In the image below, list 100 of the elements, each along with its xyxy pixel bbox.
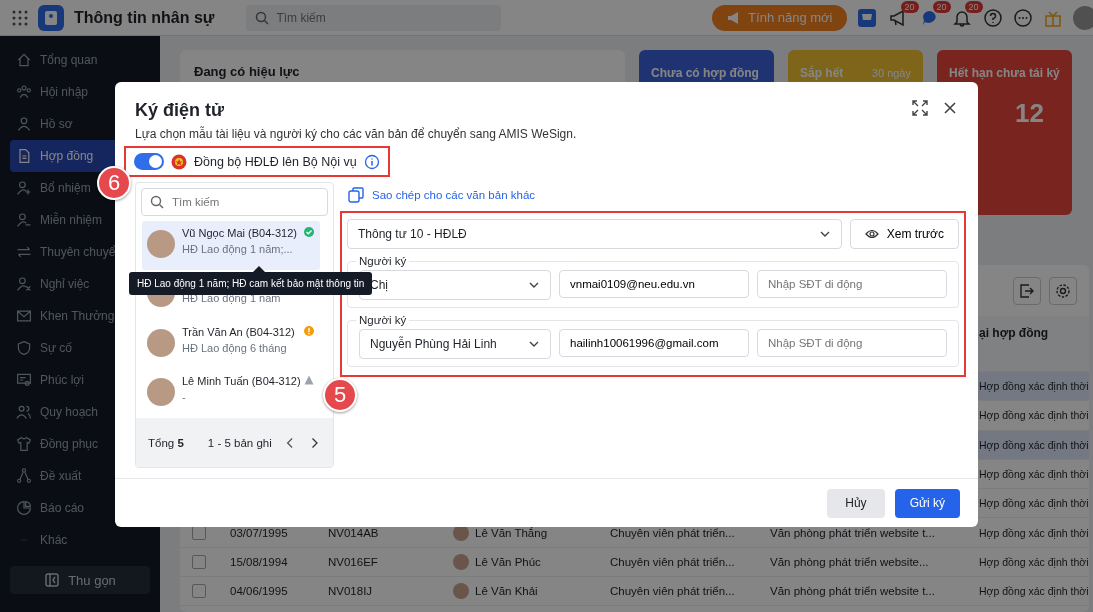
phone-field[interactable]: Nhập SĐT di động — [757, 329, 947, 357]
table-cell: Lê Văn Thắng — [475, 526, 548, 539]
sidebar-item[interactable]: Khác — [10, 524, 150, 556]
card-title: Đang có hiệu lực — [194, 64, 301, 79]
dialog-subtitle: Lựa chọn mẫu tài liệu và người ký cho các văn bản để chuyển sang AMIS WeSign. — [134, 125, 578, 141]
email-field[interactable]: hailinh10061996@gmail.com — [559, 329, 749, 357]
swap-arrows-icon — [16, 244, 32, 260]
triangle-icon — [304, 374, 314, 385]
record-range: 1 - 5 bản ghi — [207, 436, 272, 449]
table-cell-text: 03/07/1995 — [230, 526, 289, 539]
table-cell: Hợp đồng xác định thời — [979, 497, 1089, 510]
expand-icon[interactable] — [912, 100, 928, 116]
document-icon — [16, 148, 32, 164]
check-icon — [304, 227, 314, 237]
app-grid-icon[interactable] — [12, 9, 28, 26]
logo-icon — [38, 4, 64, 31]
table-cell-text: Chuyên viên phát triển... — [610, 585, 736, 598]
avatar — [453, 553, 469, 570]
employee-name: Lê Minh Tuấn (B04-312) — [182, 374, 301, 387]
more-icon[interactable] — [1012, 7, 1033, 28]
info-icon[interactable] — [363, 153, 380, 170]
export-icon — [1018, 282, 1035, 299]
table-cell: Hợp đồng xác định thời — [979, 409, 1089, 422]
table-cell: Hợp đồng xác định thời — [979, 526, 1089, 539]
table-row[interactable]: 15/08/1994 NV016EF Lê Văn Phúc Chuyên viên phát triển... Văn phòng phát triển website... Hợp đồng xác định thời — [180, 547, 1089, 578]
person-x-icon — [16, 276, 32, 292]
phone-field[interactable]: Nhập SĐT di động — [757, 270, 947, 298]
sidebar-item[interactable]: Tổng quan — [10, 44, 150, 76]
table-cell: Hợp đồng xác định thời — [979, 468, 1089, 481]
notification-badge: 20 — [964, 0, 983, 13]
dialog-title: Ký điện tử — [135, 100, 226, 121]
tile-count: 12 — [1015, 98, 1044, 129]
person-remove-icon — [16, 212, 32, 228]
template-select[interactable]: Thông tư 10 - HĐLĐ — [347, 219, 842, 249]
table-row[interactable]: 04/06/1995 NV018IJ Lê Văn Khải Chuyên viên phát triển... Văn phòng phát triển website t... Hợp đồng xác định thời — [180, 577, 1089, 607]
copy-link[interactable]: Sao chép cho các văn bản khác — [348, 185, 536, 205]
total-label: Tổng 5 — [148, 436, 184, 449]
tile-title: Chưa có hợp đồng — [651, 66, 759, 80]
settings-icon — [1054, 282, 1071, 299]
close-icon[interactable] — [942, 100, 958, 116]
signer-label: Người ký — [358, 314, 408, 326]
column-header: ại hợp đồng — [979, 326, 1049, 340]
contract-type: HĐ Lao động 1 năm;... — [182, 243, 293, 255]
person-add-icon — [16, 180, 32, 196]
copy-icon — [348, 187, 364, 203]
search-field[interactable]: Tìm kiếm — [246, 4, 502, 31]
avatar — [147, 230, 175, 258]
settings-button[interactable] — [1048, 276, 1077, 305]
table-cell-text: Văn phòng phát triển website... — [770, 555, 930, 568]
avatar — [147, 377, 175, 406]
new-features-button[interactable]: Tính năng mới — [712, 4, 847, 31]
table-cell-text: Văn phòng phát triển website t... — [770, 526, 936, 539]
shield-icon — [16, 340, 32, 356]
table-cell-text: Chuyên viên phát triển... — [610, 526, 736, 539]
preview-button[interactable]: Xem trước — [849, 219, 959, 249]
app-title: Thông tin nhân sự — [74, 8, 215, 27]
email-field[interactable]: vnmai0109@neu.edu.vn — [559, 270, 749, 298]
help-icon[interactable] — [982, 7, 1003, 28]
contract-type: - — [182, 390, 186, 403]
table-cell: Hợp đồng xác định thời — [979, 555, 1089, 568]
avatar — [453, 583, 469, 600]
cancel-button[interactable]: Hủy — [827, 488, 885, 518]
signer-label: Người ký — [358, 255, 408, 267]
row-checkbox[interactable] — [192, 554, 206, 569]
signer-select[interactable]: Nguyễn Phùng Hải Linh — [359, 329, 551, 359]
table-cell-text: NV014AB — [328, 526, 380, 539]
shirt-icon — [16, 436, 32, 452]
certificate-icon — [16, 372, 32, 388]
table-cell: Hợp đồng xác định thời — [979, 585, 1089, 598]
table-cell: Hợp đồng xác định thời — [979, 438, 1089, 451]
sidebar-item[interactable]: Báo cáo — [10, 492, 150, 524]
pie-chart-icon — [16, 500, 32, 516]
group-icon — [16, 404, 32, 420]
home-icon — [16, 52, 32, 68]
sidebar-item[interactable]: Đồng phục — [10, 428, 150, 460]
person-icon — [16, 116, 32, 132]
notification-badge: 20 — [900, 0, 919, 13]
collapse-icon — [44, 572, 61, 588]
emblem-icon — [171, 153, 187, 170]
sync-toggle[interactable] — [134, 153, 164, 170]
export-button[interactable] — [1012, 276, 1041, 305]
employee-search-field[interactable]: Tìm kiếm — [141, 188, 328, 216]
collapse-button[interactable]: Thu gọn — [10, 566, 150, 594]
eye-icon — [864, 227, 879, 241]
tile-title: Sắp hết — [800, 66, 844, 80]
avatar — [147, 328, 175, 357]
table-cell: Lê Văn Phúc — [475, 555, 541, 568]
employee-item[interactable]: Vũ Ngọc Mai (B04-312) HĐ Lao động 1 năm;... — [142, 221, 320, 271]
table-cell-text: NV018IJ — [328, 585, 374, 598]
table-cell-text: 04/06/1995 — [230, 585, 289, 598]
notification-badge: 20 — [932, 0, 951, 13]
table-cell: Lê Văn Khải — [475, 585, 538, 598]
submit-button[interactable]: Gửi ký — [894, 488, 960, 518]
callout-badge: 5 — [323, 378, 357, 412]
row-checkbox[interactable] — [192, 584, 206, 599]
tile-title: Hết hạn chưa tái ký — [949, 66, 1060, 80]
employee-name: Trần Văn An (B04-312) — [182, 325, 295, 338]
sidebar-item[interactable]: Đề xuất — [10, 460, 150, 492]
period-filter[interactable]: 30 ngày — [871, 67, 911, 79]
warning-icon — [304, 325, 314, 336]
